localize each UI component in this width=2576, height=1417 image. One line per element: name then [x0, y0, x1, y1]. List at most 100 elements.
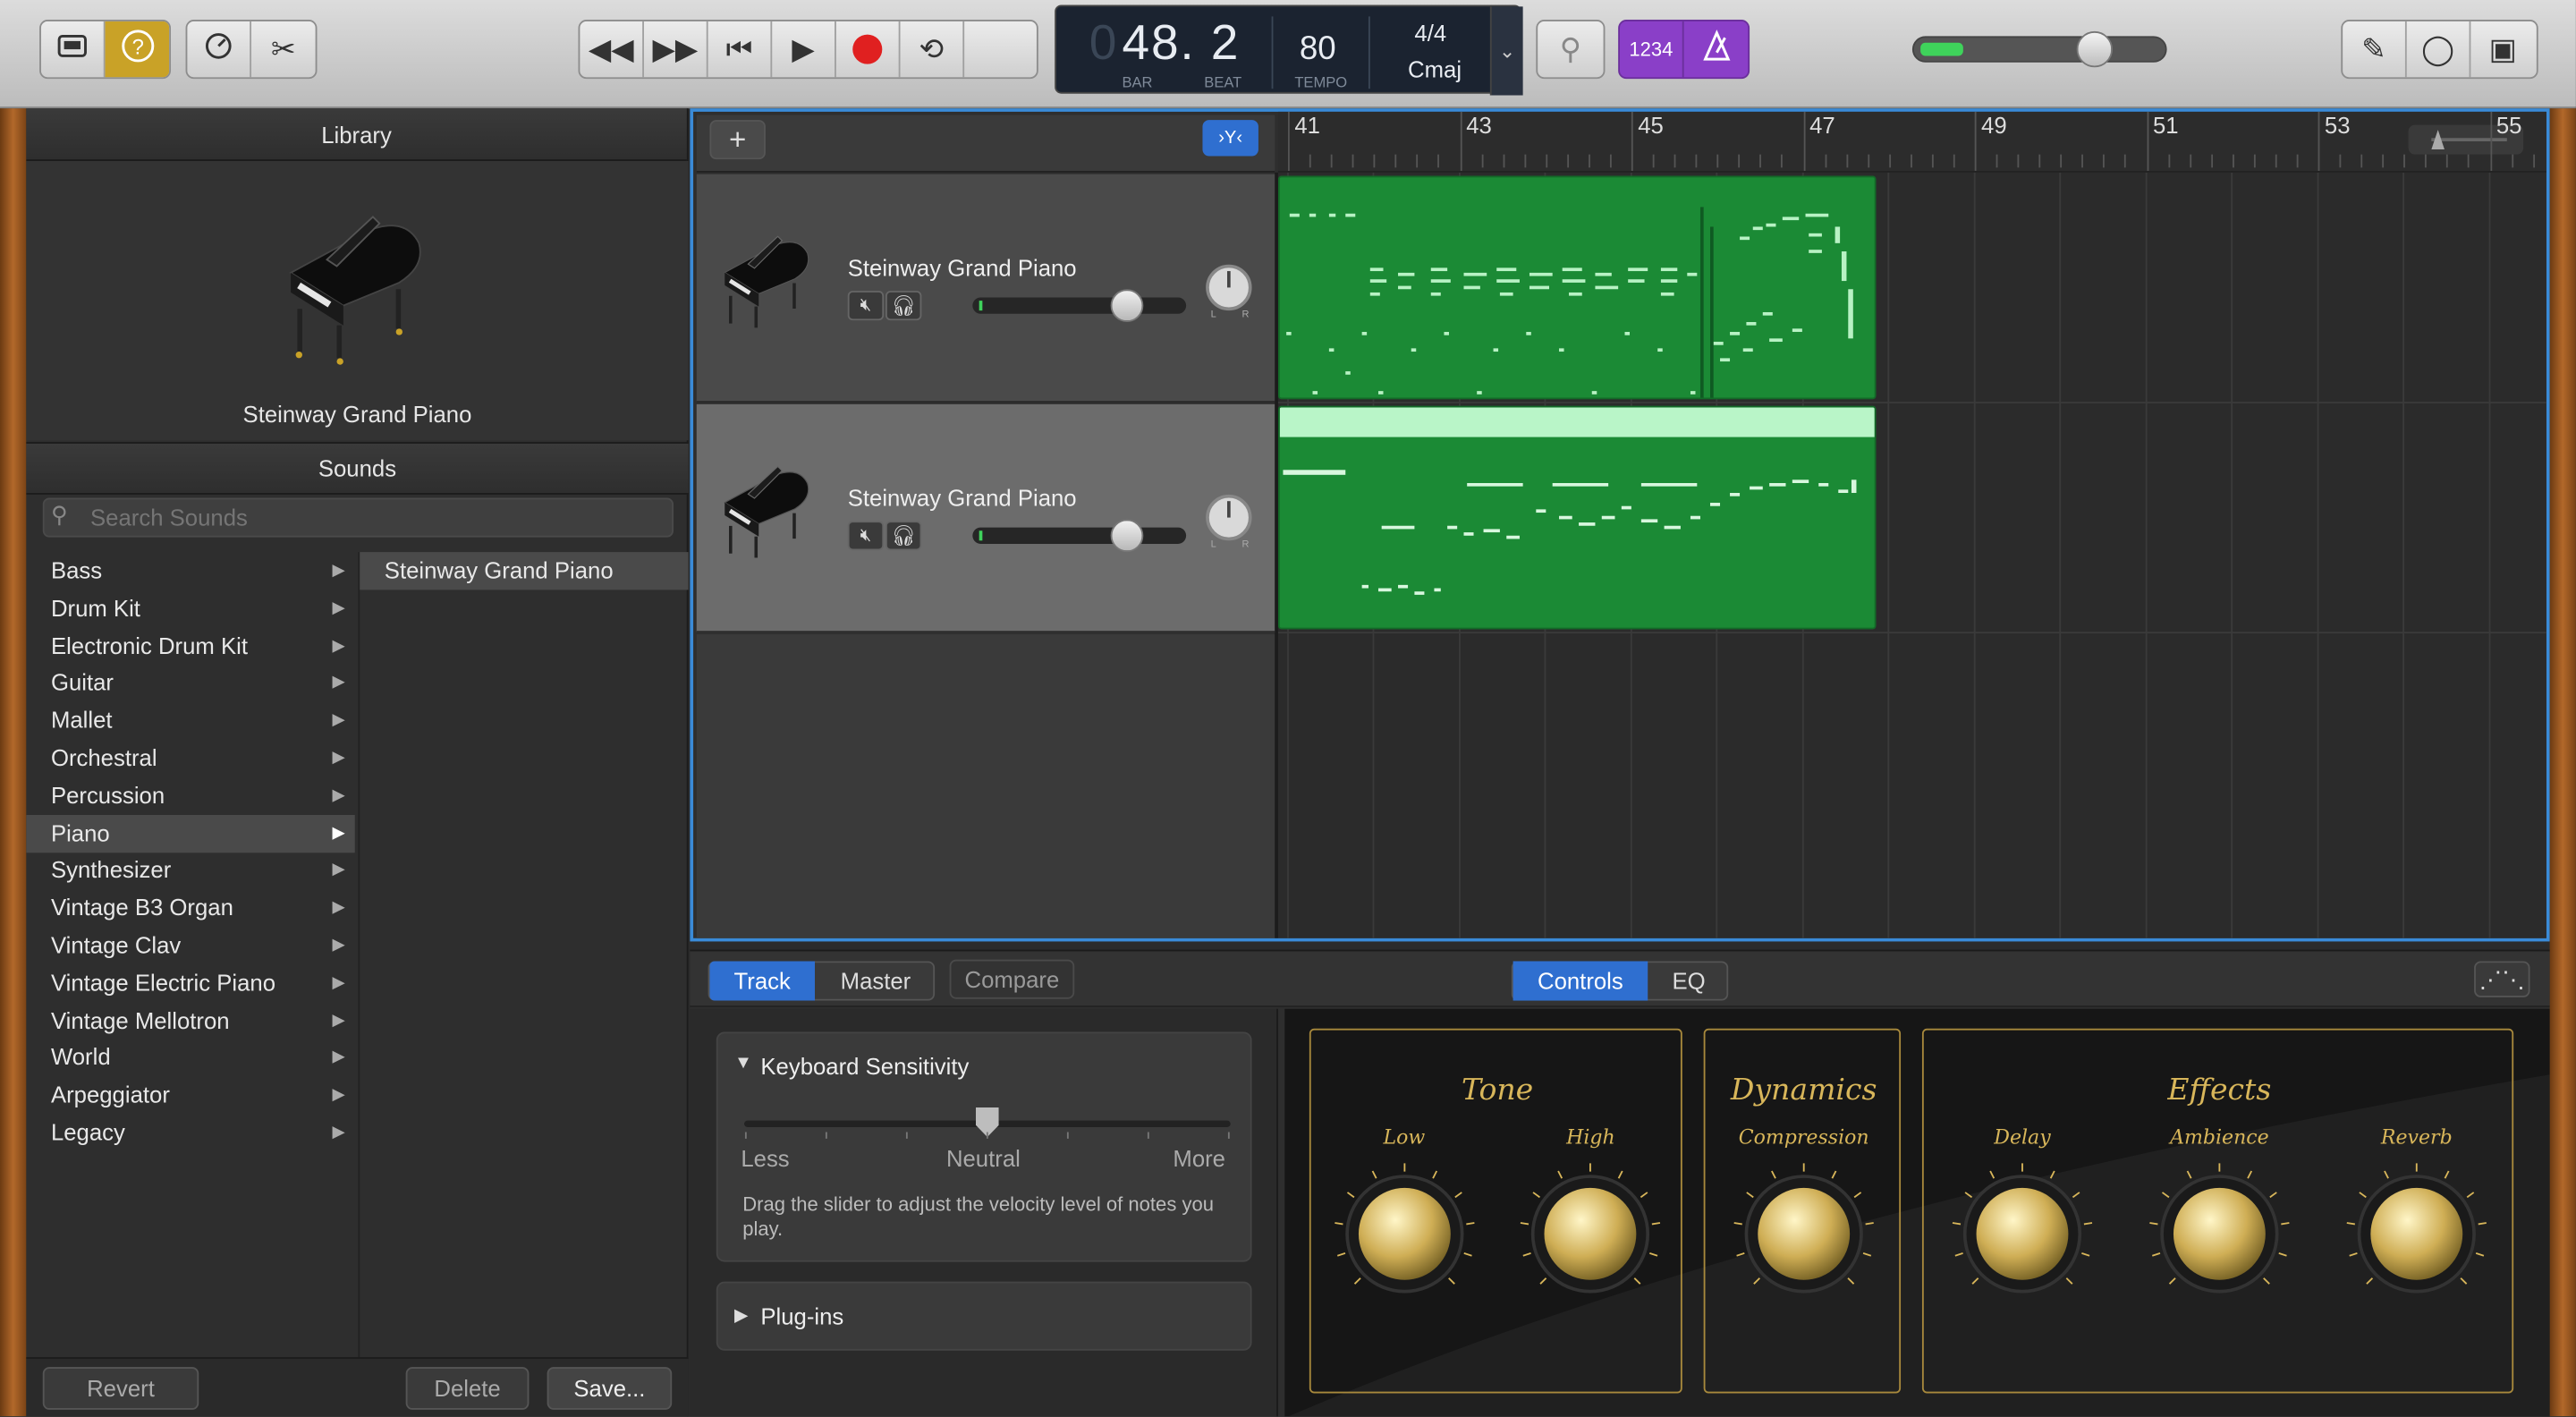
category-item[interactable]: Mallet ▶: [26, 702, 354, 740]
bar-ruler[interactable]: 41 43 45 47 49 51 53 55: [1277, 111, 2546, 173]
lcd-menu-chevron-icon[interactable]: ⌄: [1489, 6, 1523, 96]
category-label: Vintage Electric Piano: [50, 969, 276, 996]
category-label: Legacy: [50, 1118, 125, 1146]
beat-tick: [2038, 154, 2041, 168]
search-input[interactable]: [90, 503, 649, 533]
beat-tick: [2103, 154, 2106, 168]
tab-controls[interactable]: Controls: [1513, 961, 1648, 1001]
category-item[interactable]: Guitar ▶: [26, 665, 354, 702]
svg-text:?: ?: [131, 35, 143, 59]
revert-button[interactable]: Revert: [42, 1367, 199, 1410]
timeline[interactable]: [1277, 172, 2546, 938]
category-item[interactable]: Arpeggiator ▶: [26, 1076, 354, 1114]
grand-piano-image: [277, 210, 435, 375]
automation-view-button[interactable]: ⋰⋱: [2474, 961, 2530, 997]
volume-thumb[interactable]: [1109, 289, 1143, 322]
chevron-right-icon: ▶: [332, 1124, 345, 1142]
mute-button[interactable]: 🔇︎: [847, 291, 885, 321]
beat-tick: [2167, 154, 2170, 168]
volume-thumb[interactable]: [1109, 519, 1143, 553]
solo-button[interactable]: 🎧︎: [885, 521, 922, 551]
tab-track[interactable]: Track: [709, 961, 816, 1001]
beat-tick: [2189, 154, 2191, 168]
editors-button[interactable]: ✂: [251, 21, 316, 77]
catch-playhead-button[interactable]: ›Y‹: [1202, 120, 1258, 157]
fast-forward-button[interactable]: ▶▶: [644, 21, 708, 78]
category-item[interactable]: World ▶: [26, 1039, 354, 1077]
category-label: Vintage Clav: [50, 931, 182, 958]
track-piano-icon: [716, 224, 818, 350]
master-volume-slider[interactable]: [1911, 30, 2167, 68]
category-item[interactable]: Piano ▶: [26, 814, 355, 853]
help-icon: ?: [119, 27, 155, 72]
keyboard-sensitivity-slider[interactable]: [744, 1107, 1231, 1137]
right-view-buttons: ✎ ◯ ▣: [2341, 20, 2538, 80]
search-sounds-field[interactable]: ⚲: [42, 497, 674, 538]
delete-button[interactable]: Delete: [405, 1367, 530, 1410]
disclosure-triangle-icon[interactable]: ▼: [734, 1053, 752, 1073]
category-item[interactable]: Legacy ▶: [26, 1114, 354, 1151]
library-button[interactable]: [41, 21, 106, 78]
loops-button[interactable]: ◯: [2407, 21, 2471, 78]
track-volume-slider[interactable]: [972, 519, 1187, 553]
track-header[interactable]: Steinway Grand Piano 🔇︎ 🎧︎ L R: [696, 174, 1275, 403]
play-button[interactable]: ▶: [772, 21, 836, 78]
solo-button[interactable]: 🎧︎: [885, 291, 922, 321]
empty-track-header-area: [696, 633, 1275, 938]
track-volume-slider[interactable]: [972, 289, 1187, 322]
plugins-section[interactable]: ▶ Plug-ins: [716, 1281, 1252, 1351]
volume-thumb[interactable]: [2077, 30, 2114, 68]
smart-controls-button[interactable]: [187, 21, 252, 78]
tempo-value: 80: [1299, 30, 1336, 68]
category-item[interactable]: Vintage B3 Organ ▶: [26, 889, 354, 927]
category-item[interactable]: Bass ▶: [26, 552, 354, 590]
knob-label: High: [1566, 1125, 1615, 1149]
compare-button[interactable]: Compare: [949, 959, 1075, 999]
knob-label: Low: [1383, 1125, 1426, 1149]
mute-button[interactable]: 🔇︎: [847, 521, 885, 551]
cycle-button[interactable]: ⟲: [901, 21, 965, 78]
category-label: Orchestral: [50, 744, 157, 771]
lcd-display[interactable]: 0 48. 2 BAR BEAT 80 TEMPO 4/4 Cmaj ⌄: [1055, 4, 1523, 96]
record-button[interactable]: [836, 21, 901, 78]
count-in-button[interactable]: 1234: [1620, 21, 1684, 78]
midi-region-2[interactable]: [1277, 405, 1877, 630]
control-group: Tone Low High: [1309, 1028, 1682, 1394]
media-browser-button[interactable]: ▣: [2470, 21, 2535, 77]
track-header[interactable]: Steinway Grand Piano 🔇︎ 🎧︎ L R: [696, 403, 1275, 633]
category-item[interactable]: Vintage Electric Piano ▶: [26, 964, 354, 1002]
knob-label: Ambience: [2170, 1125, 2269, 1149]
beat-tick: [1566, 154, 1569, 168]
patch-item[interactable]: Steinway Grand Piano: [360, 552, 689, 590]
bar-number: 43: [1466, 111, 1492, 139]
pan-knob[interactable]: [1206, 494, 1252, 541]
help-button[interactable]: ?: [105, 21, 170, 78]
pan-knob[interactable]: [1206, 264, 1252, 311]
region-1-notes: [1286, 207, 1853, 398]
save-button[interactable]: Save...: [547, 1367, 673, 1410]
category-item[interactable]: Electronic Drum Kit ▶: [26, 627, 354, 665]
category-item[interactable]: Orchestral ▶: [26, 740, 354, 777]
control-group-title: Effects: [2167, 1073, 2272, 1107]
tab-master[interactable]: Master: [815, 961, 936, 1000]
beat-tick: [1716, 154, 1719, 168]
level-meter: [1920, 42, 1963, 56]
add-track-button[interactable]: +: [709, 120, 766, 160]
tempo-label: TEMPO: [1294, 73, 1348, 91]
sounds-title: Sounds: [26, 442, 689, 495]
tuner-button[interactable]: ⚲: [1538, 21, 1603, 77]
category-item[interactable]: Drum Kit ▶: [26, 590, 354, 627]
category-item[interactable]: Vintage Mellotron ▶: [26, 1002, 354, 1039]
notepad-button[interactable]: ✎: [2343, 21, 2407, 78]
control-group-title: Dynamics: [1730, 1073, 1877, 1107]
transport: ◀◀ ▶▶ ⏮ ▶ ⟲: [578, 20, 1038, 80]
plugins-disclosure-icon[interactable]: ▶: [734, 1304, 749, 1326]
category-item[interactable]: Percussion ▶: [26, 776, 354, 814]
rewind-button[interactable]: ◀◀: [580, 21, 644, 78]
tab-eq[interactable]: EQ: [1648, 961, 1730, 1000]
category-item[interactable]: Synthesizer ▶: [26, 852, 354, 889]
category-item[interactable]: Vintage Clav ▶: [26, 927, 354, 964]
go-to-beginning-button[interactable]: ⏮: [708, 21, 773, 78]
metronome-button[interactable]: [1684, 21, 1749, 77]
midi-region-1[interactable]: [1277, 175, 1877, 400]
